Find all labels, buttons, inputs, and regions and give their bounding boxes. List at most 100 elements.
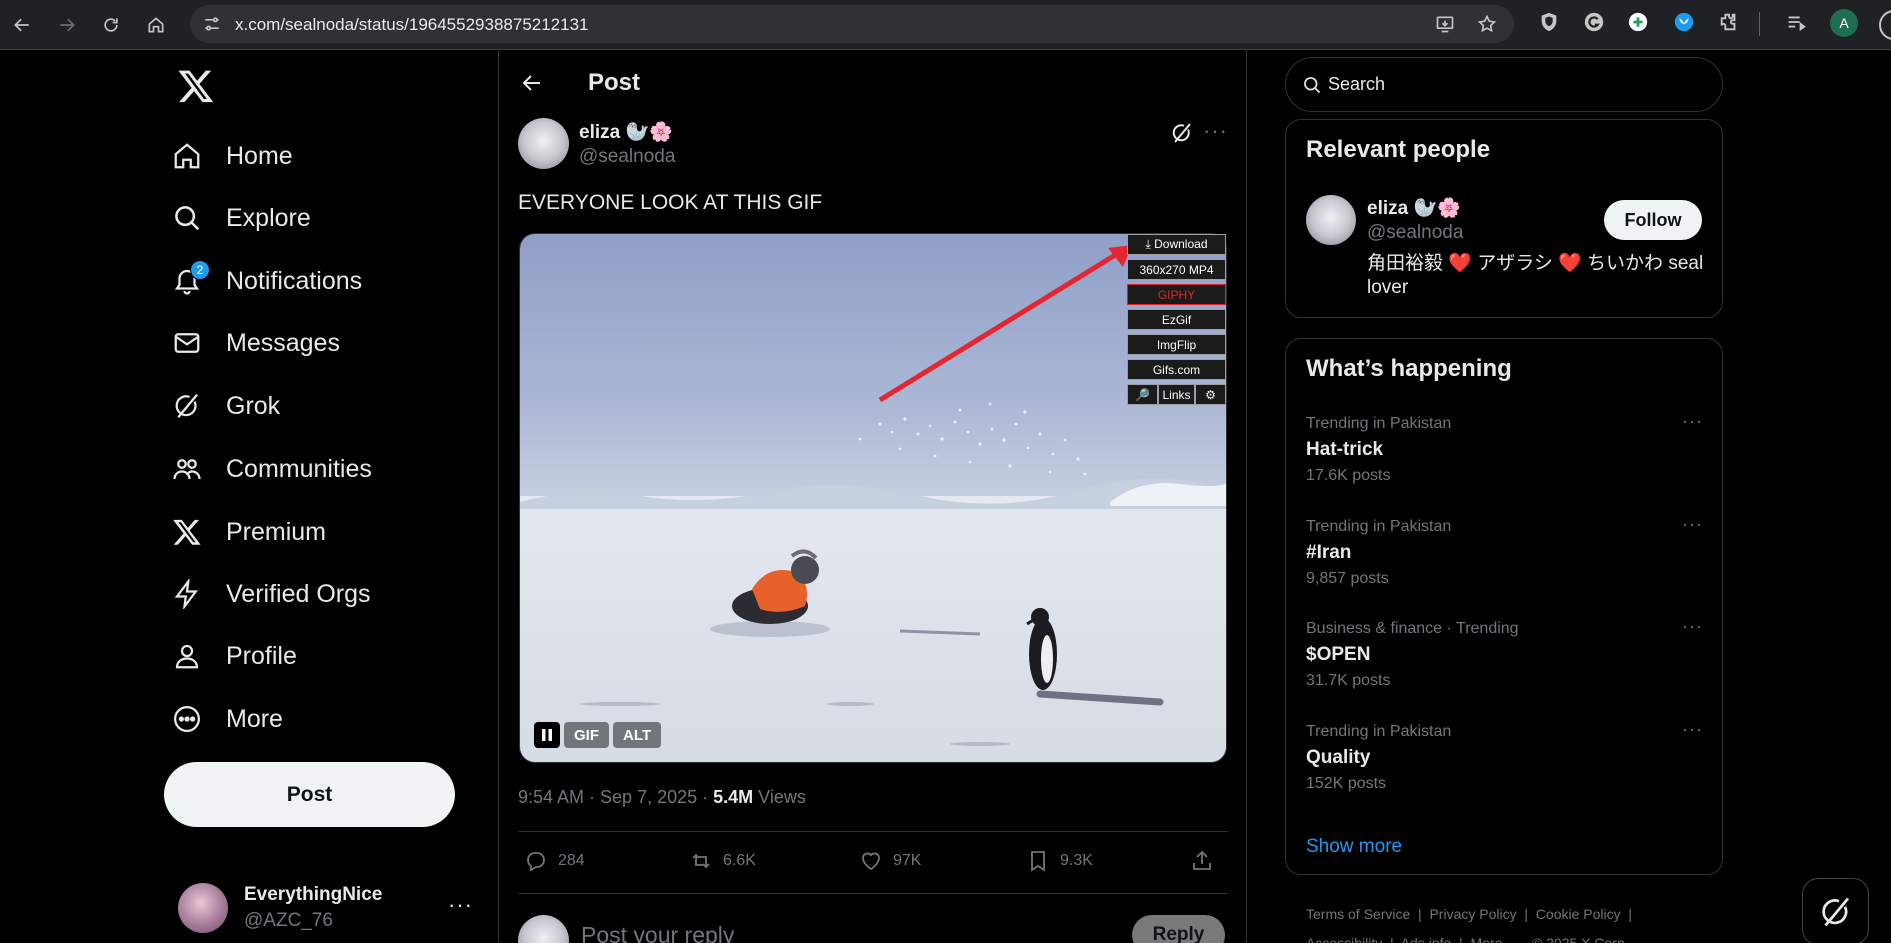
show-more-link[interactable]: Show more [1306, 836, 1402, 858]
repost-action[interactable]: 6.6K [689, 849, 756, 873]
nav-item-more[interactable]: More [170, 693, 283, 745]
nav-item-explore[interactable]: Explore [170, 192, 311, 244]
nav-label: Explore [226, 203, 311, 232]
nav-item-home[interactable]: Home [170, 130, 293, 182]
nav-label: Premium [226, 517, 327, 546]
giphy-button[interactable]: GIPHY [1127, 284, 1226, 305]
install-icon[interactable] [1435, 14, 1455, 34]
privacy-link[interactable]: Privacy Policy [1429, 906, 1516, 922]
people-icon [170, 452, 204, 486]
trend-more-icon[interactable]: ··· [1682, 411, 1703, 432]
imgflip-button[interactable]: ImgFlip [1127, 334, 1226, 355]
cookie-link[interactable]: Cookie Policy [1536, 906, 1621, 922]
avatar[interactable] [1306, 195, 1356, 245]
trend-more-icon[interactable]: ··· [1682, 616, 1703, 637]
trend-item[interactable]: Business & finance · Trending $OPEN 31.7… [1306, 616, 1706, 690]
avatar [178, 883, 228, 933]
follow-button[interactable]: Follow [1604, 200, 1702, 240]
share-action[interactable] [1190, 849, 1224, 873]
post-more-icon[interactable]: ··· [1203, 118, 1228, 144]
person-name[interactable]: eliza 🦭🌸 [1367, 196, 1461, 220]
search-input[interactable]: Search [1285, 57, 1723, 112]
nav-item-messages[interactable]: Messages [170, 317, 340, 369]
column-divider-left [498, 50, 499, 943]
nav-item-verified-orgs[interactable]: Verified Orgs [170, 568, 371, 620]
home-icon [170, 139, 204, 173]
shield-extension-icon[interactable] [1538, 11, 1560, 33]
post-author-name[interactable]: eliza 🦭🌸 [579, 120, 673, 144]
grammarly-icon[interactable] [1583, 11, 1605, 33]
nav-item-profile[interactable]: Profile [170, 630, 297, 682]
pause-icon[interactable] [534, 722, 560, 748]
ezgif-button[interactable]: EzGif [1127, 309, 1226, 330]
reload-icon[interactable] [95, 9, 127, 41]
avatar[interactable] [518, 118, 569, 169]
back-arrow-icon[interactable] [520, 71, 544, 95]
gifs-com-button[interactable]: Gifs.com [1127, 359, 1226, 380]
back-icon[interactable] [6, 9, 38, 41]
trend-more-icon[interactable]: ··· [1682, 514, 1703, 535]
compose-post-button[interactable]: Post [164, 762, 455, 827]
repost-count: 6.6K [723, 852, 756, 869]
format-mp4-button[interactable]: 360x270 MP4 [1127, 259, 1226, 280]
trend-item[interactable]: Trending in Pakistan Hat-trick 17.6K pos… [1306, 411, 1706, 485]
terms-link[interactable]: Terms of Service [1306, 906, 1410, 922]
links-button[interactable]: Links [1158, 384, 1195, 405]
alt-text-button[interactable]: ALT [613, 722, 662, 748]
forward-icon[interactable] [51, 9, 83, 41]
url-text[interactable]: x.com/sealnoda/status/196455293887521213… [235, 15, 589, 35]
nav-item-premium[interactable]: Premium [170, 506, 326, 558]
person-handle[interactable]: @sealnoda [1367, 222, 1463, 244]
card-title: Relevant people [1306, 136, 1491, 163]
site-settings-icon[interactable] [202, 14, 222, 34]
nav-label: Profile [226, 641, 297, 670]
trend-more-icon[interactable]: ··· [1682, 719, 1703, 740]
nav-label: Verified Orgs [226, 579, 371, 608]
panel-search-icon[interactable]: 🔎 [1127, 384, 1158, 405]
reply-input[interactable]: Post your reply [581, 922, 734, 943]
whats-happening-card: What’s happening Trending in Pakistan Ha… [1285, 338, 1723, 875]
account-switcher[interactable]: EverythingNice @AZC_76 ··· [178, 880, 478, 936]
window-edge [1870, 0, 1891, 50]
like-action[interactable]: 97K [859, 849, 921, 873]
grok-icon[interactable] [1170, 121, 1194, 145]
nav-label: More [226, 704, 283, 733]
download-button[interactable]: ⤓ Download [1127, 234, 1226, 255]
puzzle-extensions-icon[interactable] [1718, 11, 1740, 33]
trend-meta: Trending in Pakistan [1306, 415, 1452, 432]
accessibility-link[interactable]: Accessibility [1306, 935, 1382, 943]
bookmark-star-icon[interactable] [1477, 14, 1497, 34]
x-icon [170, 515, 204, 549]
gif-media[interactable] [519, 233, 1227, 763]
plus-extension-icon[interactable] [1627, 11, 1649, 33]
trend-item[interactable]: Trending in Pakistan #Iran 9,857 posts ·… [1306, 514, 1706, 588]
account-name: EverythingNice [244, 884, 383, 905]
panel-settings-icon[interactable]: ⚙ [1195, 384, 1226, 405]
ads-link[interactable]: Ads info [1401, 935, 1452, 943]
post-author-handle[interactable]: @sealnoda [579, 146, 675, 168]
bookmark-action[interactable]: 9.3K [1026, 849, 1093, 873]
footer-more-link[interactable]: More ··· [1470, 935, 1520, 943]
browser-profile-avatar[interactable]: A [1830, 9, 1858, 37]
nav-label: Messages [226, 328, 340, 357]
home-icon[interactable] [140, 9, 172, 41]
avatar [518, 915, 569, 943]
x-logo-icon[interactable] [177, 67, 215, 105]
bluesky-icon[interactable] [1673, 11, 1695, 33]
account-more-icon[interactable]: ··· [448, 892, 473, 918]
search-icon [170, 201, 204, 235]
account-handle: @AZC_76 [244, 910, 333, 931]
address-bar[interactable]: x.com/sealnoda/status/196455293887521213… [190, 5, 1514, 43]
nav-item-grok[interactable]: Grok [170, 380, 280, 432]
nav-item-notifications[interactable]: 2 Notifications [170, 255, 362, 307]
media-queue-icon[interactable] [1785, 11, 1807, 33]
nav-item-communities[interactable]: Communities [170, 443, 372, 495]
post-time[interactable]: 9:54 AM · Sep 7, 2025 · [518, 787, 713, 807]
trend-item[interactable]: Trending in Pakistan Quality 152K posts … [1306, 719, 1706, 793]
post-actions: 284 6.6K 97K 9.3K [518, 849, 1228, 879]
reply-button[interactable]: Reply [1132, 915, 1225, 943]
post-timestamp: 9:54 AM · Sep 7, 2025 · 5.4M Views [518, 787, 806, 808]
grok-floating-button[interactable] [1802, 878, 1869, 943]
reply-action[interactable]: 284 [524, 849, 585, 873]
more-circle-icon [170, 702, 204, 736]
